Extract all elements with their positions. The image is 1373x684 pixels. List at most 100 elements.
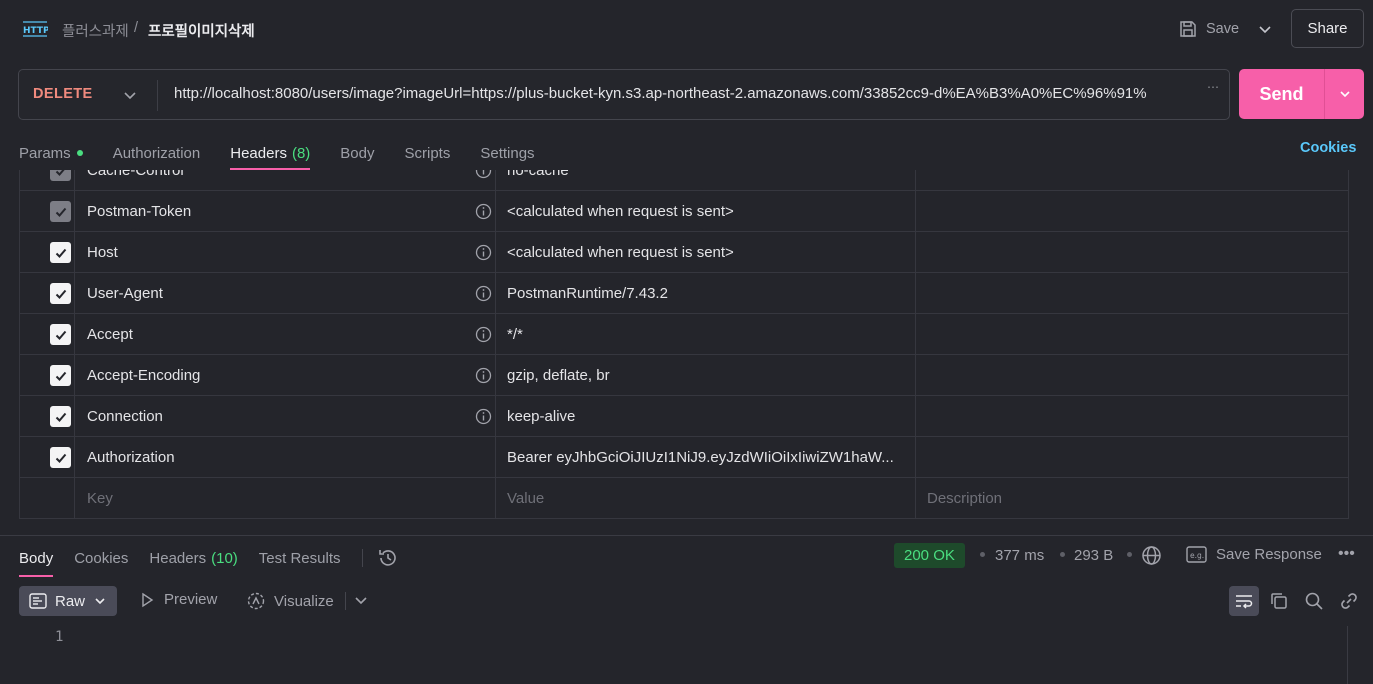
tab-authorization[interactable]: Authorization [113, 138, 201, 168]
divider [495, 273, 496, 314]
response-size[interactable]: 293 B [1074, 547, 1113, 564]
preview-button[interactable]: Preview [139, 591, 217, 608]
header-key[interactable]: Authorization [87, 449, 175, 466]
tab-response-headers[interactable]: Headers (10) [149, 545, 237, 571]
row-checkbox[interactable] [50, 365, 71, 386]
divider [495, 191, 496, 232]
value-input[interactable]: Value [507, 490, 544, 507]
row-checkbox[interactable] [50, 406, 71, 427]
chevron-down-icon[interactable] [121, 86, 139, 104]
divider [915, 478, 916, 519]
params-indicator-dot [76, 150, 83, 156]
row-checkbox[interactable] [50, 324, 71, 345]
header-value[interactable]: Bearer eyJhbGciOiJIUzI1NiJ9.eyJzdWIiOiIx… [507, 449, 894, 466]
tab-body[interactable]: Body [340, 138, 374, 168]
header-value[interactable]: no-cache [507, 170, 569, 179]
status-badge[interactable]: 200 OK [894, 543, 965, 568]
tab-params[interactable]: Params [19, 138, 83, 168]
key-input[interactable]: Key [87, 490, 113, 507]
cookies-link[interactable]: Cookies [1300, 140, 1356, 156]
send-button[interactable]: Send [1239, 69, 1324, 119]
divider [1348, 191, 1349, 232]
divider [361, 549, 363, 567]
tab-headers[interactable]: Headers (8) [230, 138, 311, 170]
divider [495, 314, 496, 355]
header-value[interactable]: <calculated when request is sent> [507, 244, 734, 261]
separator-dot [1060, 552, 1065, 557]
url-input[interactable]: http://localhost:8080/users/image?imageU… [174, 85, 1219, 102]
tab-response-body[interactable]: Body [19, 545, 54, 577]
tab-test-results[interactable]: Test Results [259, 545, 341, 571]
row-checkbox[interactable] [50, 447, 71, 468]
description-input[interactable]: Description [927, 490, 1002, 507]
divider [915, 314, 916, 355]
header-value[interactable]: */* [507, 326, 523, 343]
header-key[interactable]: Postman-Token [87, 203, 191, 220]
request-tabs: Params Authorization Headers (8) Body Scr… [19, 138, 565, 172]
info-icon[interactable] [475, 367, 492, 384]
globe-icon[interactable] [1141, 545, 1162, 566]
divider [495, 232, 496, 273]
tab-scripts[interactable]: Scripts [405, 138, 451, 168]
breadcrumb-parent[interactable]: 플러스과제 [62, 20, 129, 41]
response-time[interactable]: 377 ms [995, 547, 1044, 564]
search-icon[interactable] [1304, 591, 1324, 611]
divider [1348, 355, 1349, 396]
headers-table: Cache-Control no-cache Postman-Token <calcu… [19, 170, 1349, 520]
row-checkbox[interactable] [50, 283, 71, 304]
info-icon[interactable] [475, 244, 492, 261]
info-icon[interactable] [475, 285, 492, 302]
check-icon [55, 330, 66, 340]
request-title[interactable]: 프로필이미지삭제 [148, 20, 255, 41]
format-select[interactable]: Raw [19, 586, 117, 616]
header-key[interactable]: User-Agent [87, 285, 163, 302]
more-options-icon[interactable]: ••• [1338, 545, 1355, 563]
header-value[interactable]: keep-alive [507, 408, 575, 425]
header-key[interactable]: Host [87, 244, 118, 261]
header-value[interactable]: gzip, deflate, br [507, 367, 610, 384]
header-row: User-Agent PostmanRuntime/7.43.2 [19, 273, 1349, 314]
chevron-down-icon[interactable] [1256, 20, 1274, 38]
info-icon[interactable] [475, 326, 492, 343]
tab-response-cookies[interactable]: Cookies [74, 545, 128, 571]
checkbox-cell [19, 314, 75, 355]
row-checkbox[interactable] [50, 242, 71, 263]
editor-scrollbar[interactable] [1347, 626, 1348, 684]
info-icon[interactable] [475, 408, 492, 425]
save-button[interactable]: Save [1178, 16, 1239, 42]
header-key[interactable]: Connection [87, 408, 163, 425]
svg-text:HTTP: HTTP [23, 26, 48, 36]
chevron-down-icon [95, 598, 105, 605]
checkbox-cell [19, 232, 75, 273]
info-icon[interactable] [475, 203, 492, 220]
divider [495, 437, 496, 478]
copy-icon[interactable] [1269, 591, 1289, 611]
header-key[interactable]: Accept-Encoding [87, 367, 200, 384]
checkbox-cell [19, 437, 75, 478]
info-icon[interactable] [475, 170, 492, 179]
check-icon [55, 371, 66, 381]
separator-dot [980, 552, 985, 557]
history-icon[interactable] [377, 547, 399, 569]
header-key[interactable]: Cache-Control [87, 170, 184, 179]
divider[interactable] [0, 535, 1373, 536]
visualize-button[interactable]: Visualize [246, 591, 334, 611]
header-value[interactable]: PostmanRuntime/7.43.2 [507, 285, 668, 302]
divider [495, 170, 496, 191]
header-key[interactable]: Accept [87, 326, 133, 343]
row-checkbox[interactable] [50, 201, 71, 222]
link-icon[interactable] [1339, 591, 1359, 611]
tab-settings[interactable]: Settings [480, 138, 534, 168]
send-options-button[interactable] [1324, 69, 1364, 119]
wrap-lines-button[interactable] [1229, 586, 1259, 616]
header-row: Accept */* [19, 314, 1349, 355]
save-response-button[interactable]: e.g. Save Response [1186, 546, 1322, 563]
divider [915, 273, 916, 314]
header-value[interactable]: <calculated when request is sent> [507, 203, 734, 220]
chevron-down-icon [1339, 91, 1350, 98]
chevron-down-icon[interactable] [353, 592, 369, 608]
share-button[interactable]: Share [1291, 9, 1364, 48]
method-select[interactable]: DELETE [33, 86, 93, 102]
breadcrumb-separator: / [134, 20, 139, 36]
row-checkbox[interactable] [50, 170, 71, 181]
